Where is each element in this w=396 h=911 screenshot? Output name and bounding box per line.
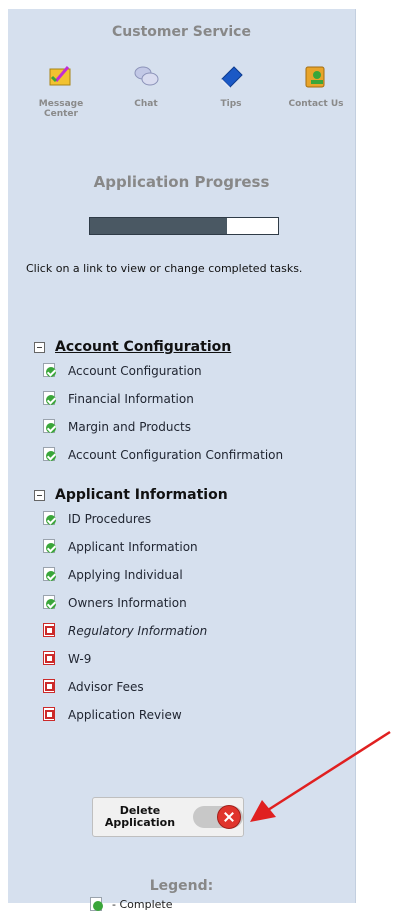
task-advisor-fees[interactable]: Advisor Fees xyxy=(8,673,355,701)
legend-item-complete: - Complete xyxy=(90,897,172,911)
contact-us-link[interactable]: Contact Us xyxy=(281,61,351,119)
application-progress-title: Application Progress xyxy=(93,173,270,191)
application-progress-fill xyxy=(90,218,228,234)
task-applying-individual[interactable]: Applying Individual xyxy=(8,561,355,589)
task-applicant-information[interactable]: Applicant Information xyxy=(8,533,355,561)
tips-label: Tips xyxy=(220,99,242,109)
delete-application-label: Delete Application xyxy=(104,804,176,829)
toggle-pill xyxy=(193,805,243,829)
customer-service-title: Customer Service xyxy=(112,24,251,40)
task-label: ID Procedures xyxy=(68,512,152,526)
group-header-account-configuration[interactable]: Account Configuration xyxy=(8,337,355,357)
task-label: Account Configuration Confirmation xyxy=(68,448,284,462)
task-id-procedures[interactable]: ID Procedures xyxy=(8,505,355,533)
message-center-icon xyxy=(49,66,71,86)
progress-hint-text: Click on a link to view or change comple… xyxy=(26,262,303,275)
incomplete-doc-icon xyxy=(43,707,57,723)
task-label: Owners Information xyxy=(68,596,187,610)
task-label: Regulatory Information xyxy=(68,624,208,638)
group-title: Applicant Information xyxy=(55,487,228,503)
sidebar-panel: Customer Service Message Center Chat Tip… xyxy=(8,9,356,911)
group-header-applicant-information[interactable]: Applicant Information xyxy=(8,485,355,505)
complete-doc-icon xyxy=(43,391,57,407)
task-label: Applying Individual xyxy=(68,568,183,582)
chat-label: Chat xyxy=(134,99,158,109)
group-title: Account Configuration xyxy=(55,339,232,355)
task-financial-information[interactable]: Financial Information xyxy=(8,385,355,413)
task-margin-and-products[interactable]: Margin and Products xyxy=(8,413,355,441)
complete-doc-icon xyxy=(90,897,104,911)
incomplete-doc-icon xyxy=(43,623,57,639)
complete-doc-icon xyxy=(43,567,57,583)
customer-service-icons: Message Center Chat Tips Contact Us xyxy=(26,61,351,119)
task-label: Account Configuration xyxy=(68,364,202,378)
tips-icon xyxy=(221,66,243,89)
tips-link[interactable]: Tips xyxy=(196,61,266,119)
task-owners-information[interactable]: Owners Information xyxy=(8,589,355,617)
group-applicant-information: Applicant Information ID Procedures Appl… xyxy=(8,485,355,729)
task-label: Application Review xyxy=(68,708,182,722)
message-center-link[interactable]: Message Center xyxy=(26,61,96,119)
task-account-configuration[interactable]: Account Configuration xyxy=(8,357,355,385)
complete-doc-icon xyxy=(43,363,57,379)
chat-icon xyxy=(134,66,159,86)
task-account-configuration-confirmation[interactable]: Account Configuration Confirmation xyxy=(8,441,355,469)
legend-label: - Complete xyxy=(112,897,173,911)
legend-title: Legend: xyxy=(149,878,214,894)
task-application-review[interactable]: Application Review xyxy=(8,701,355,729)
task-w9[interactable]: W-9 xyxy=(8,645,355,673)
complete-doc-icon xyxy=(43,539,57,555)
collapse-icon[interactable] xyxy=(34,341,45,353)
close-icon xyxy=(217,805,241,829)
delete-application-button[interactable]: Delete Application xyxy=(92,797,244,837)
task-label: Advisor Fees xyxy=(68,680,144,694)
incomplete-doc-icon xyxy=(43,651,57,667)
chat-link[interactable]: Chat xyxy=(111,61,181,119)
task-label: Financial Information xyxy=(68,392,194,406)
complete-doc-icon xyxy=(43,595,57,611)
complete-doc-icon xyxy=(43,419,57,435)
task-label: W-9 xyxy=(68,652,92,666)
contact-us-icon xyxy=(305,66,325,88)
task-label: Applicant Information xyxy=(68,540,198,554)
incomplete-doc-icon xyxy=(43,679,57,695)
task-label: Margin and Products xyxy=(68,420,192,434)
complete-doc-icon xyxy=(43,447,57,463)
complete-doc-icon xyxy=(43,511,57,527)
task-regulatory-information[interactable]: Regulatory Information xyxy=(8,617,355,645)
group-account-configuration: Account Configuration Account Configurat… xyxy=(8,337,355,469)
contact-us-label: Contact Us xyxy=(288,99,344,109)
message-center-label: Message Center xyxy=(38,99,84,119)
application-progress-bar xyxy=(89,217,279,235)
collapse-icon[interactable] xyxy=(34,489,45,501)
